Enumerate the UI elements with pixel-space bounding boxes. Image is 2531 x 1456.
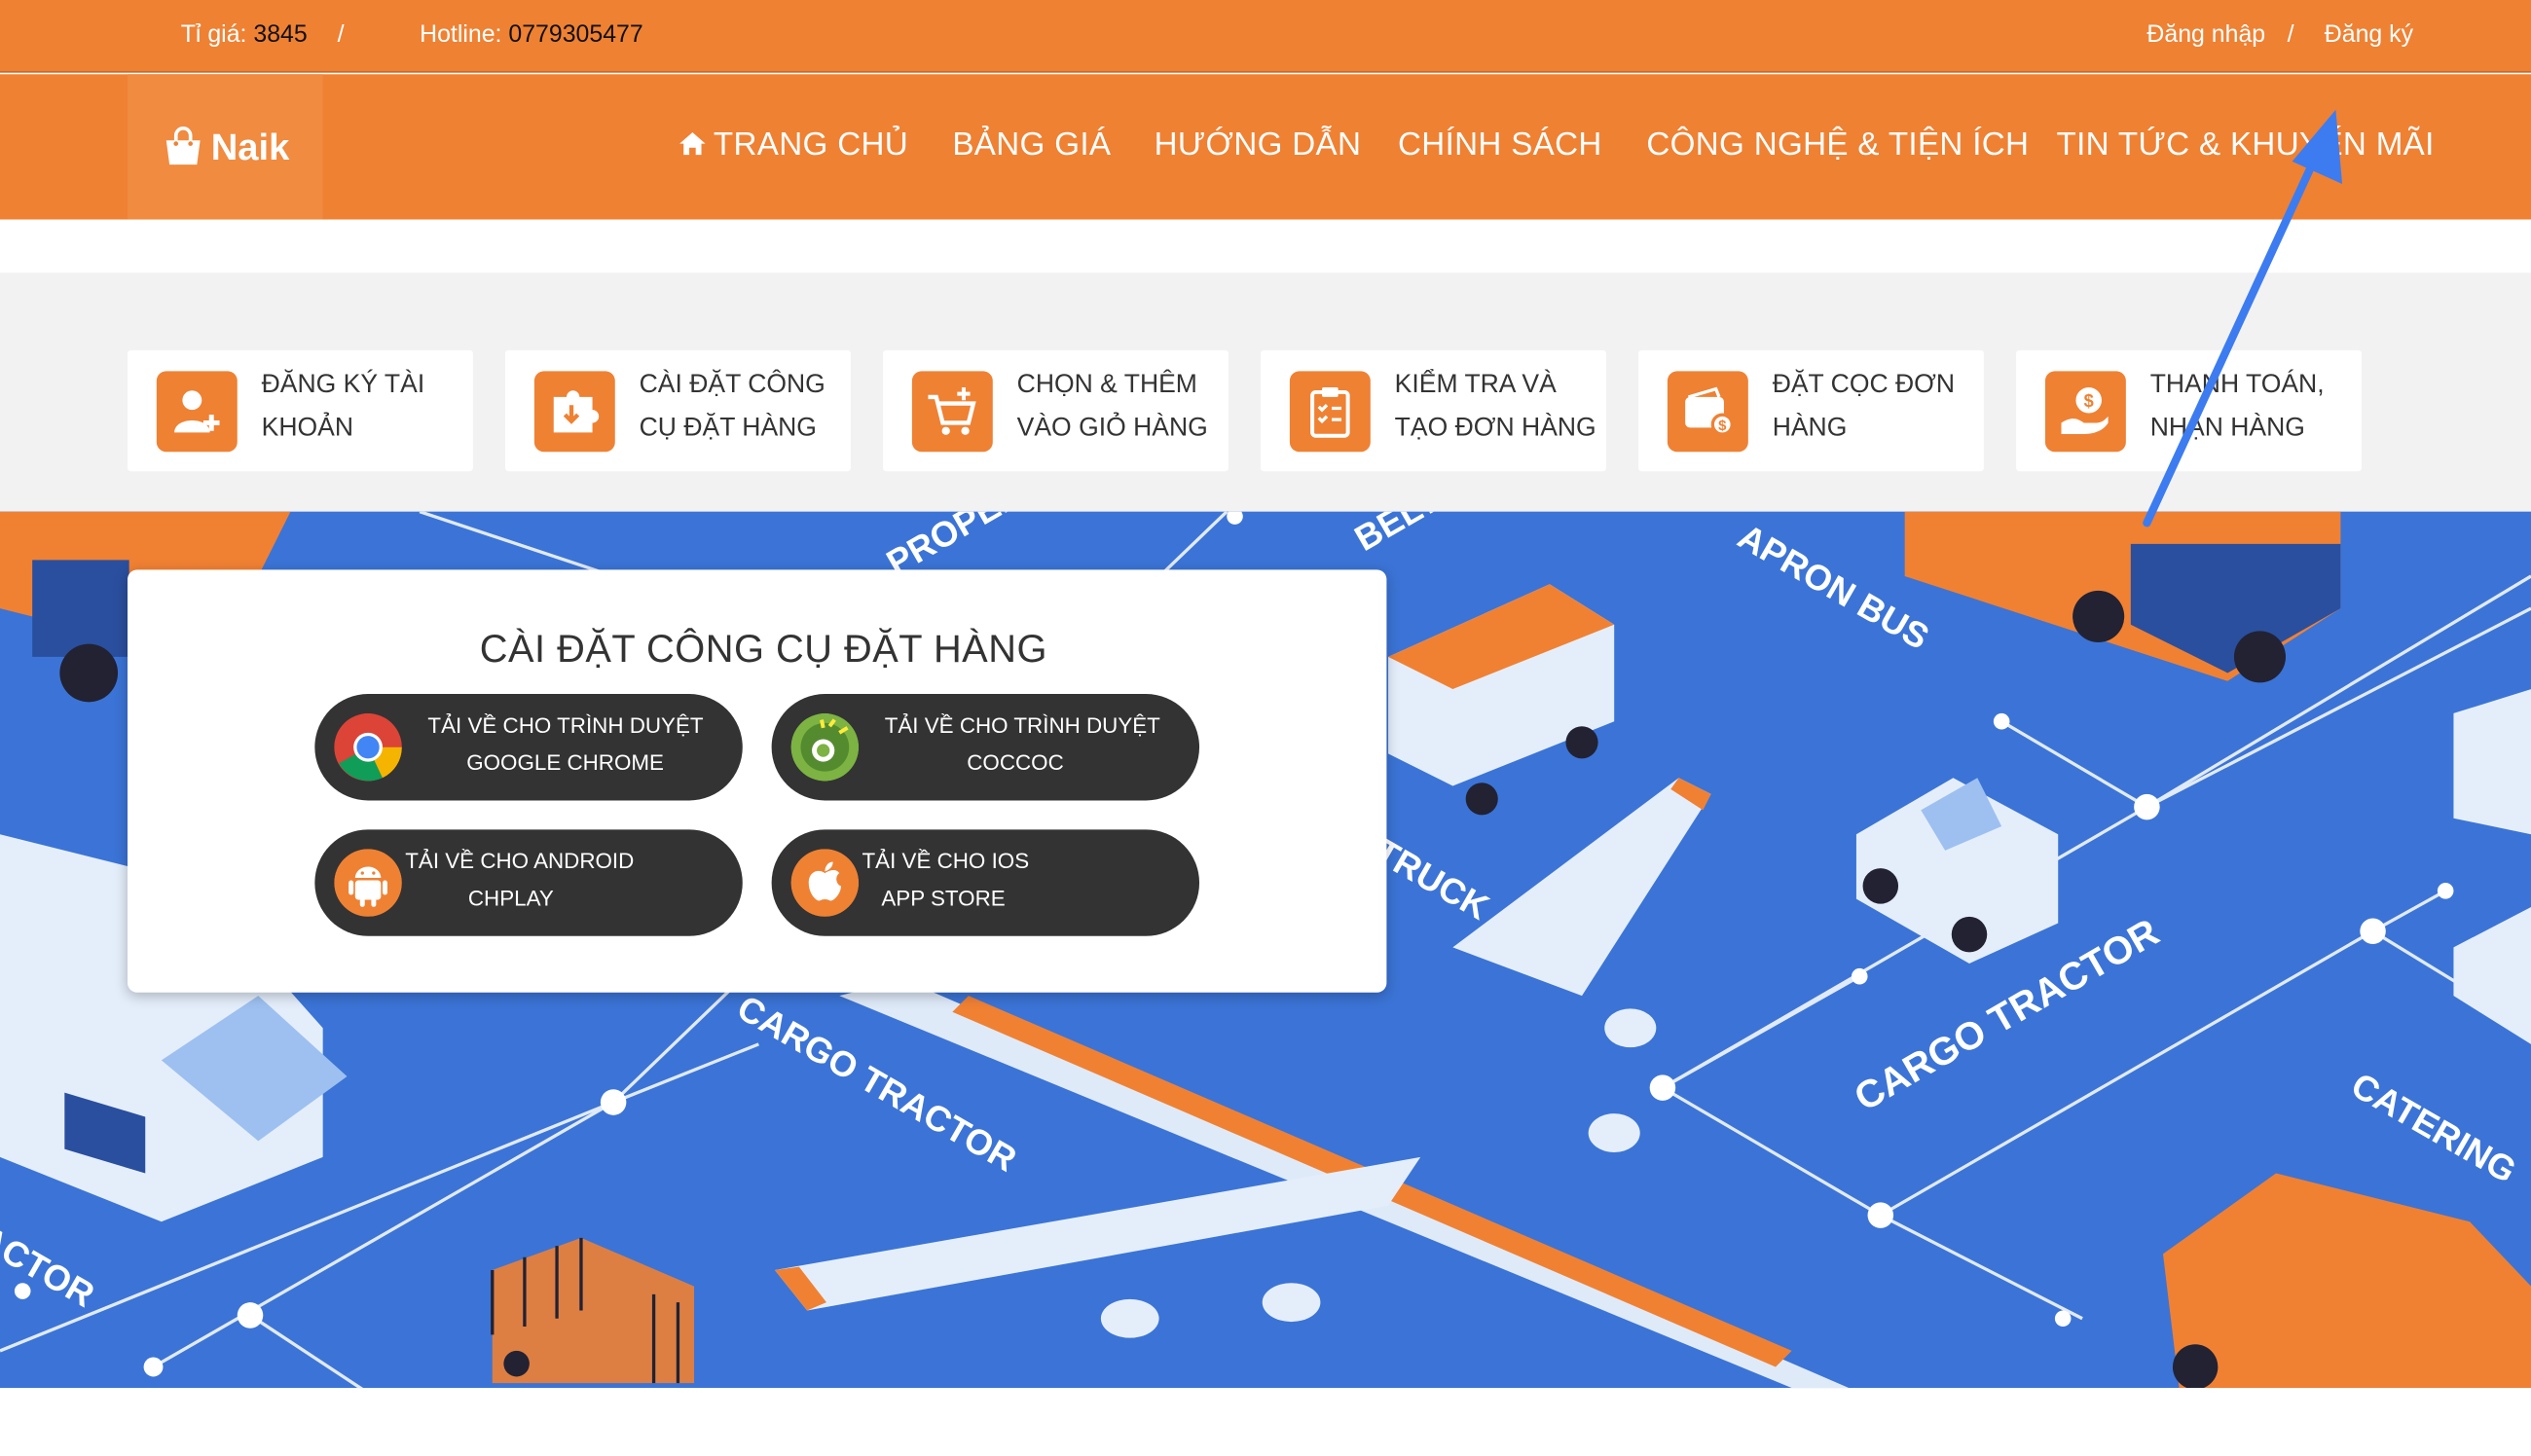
download-chrome-button[interactable]: TẢI VỀ CHO TRÌNH DUYỆT GOOGLE CHROME xyxy=(314,694,743,801)
checklist-icon xyxy=(1289,371,1371,453)
hotline-number[interactable]: 0779305477 xyxy=(508,21,642,49)
hero-label: CATERING xyxy=(2345,1065,2523,1190)
step-label: CHỌN & THÊM VÀO GIỎ HÀNG xyxy=(1016,371,1208,443)
button-line1: TẢI VỀ CHO TRÌNH DUYỆT xyxy=(884,712,1160,738)
separator: / xyxy=(2287,20,2294,49)
hand-money-icon: $ xyxy=(2044,371,2126,453)
install-tool-card: CÀI ĐẶT CÔNG CỤ ĐẶT HÀNG TẢI VỀ CHO TRÌN… xyxy=(127,569,1387,993)
nav-item-policy[interactable]: CHÍNH SÁCH xyxy=(1398,127,1602,164)
wallet-icon: $ xyxy=(1667,371,1748,453)
button-line1: TẢI VỀ CHO IOS xyxy=(862,849,1030,874)
button-line2: CHPLAY xyxy=(467,886,554,911)
button-line2: GOOGLE CHROME xyxy=(466,750,664,775)
card-title: CÀI ĐẶT CÔNG CỤ ĐẶT HÀNG xyxy=(479,628,1047,672)
android-icon xyxy=(334,849,402,917)
register-link[interactable]: Đăng ký xyxy=(2325,21,2413,49)
nav-item-pricing[interactable]: BẢNG GIÁ xyxy=(952,127,1111,164)
hotline: Hotline: 0779305477 xyxy=(420,20,643,49)
nav-item-news[interactable]: TIN TỨC & KHUYẾN MÃI xyxy=(2057,127,2435,164)
coccoc-icon xyxy=(790,712,860,782)
separator: / xyxy=(337,20,345,49)
step-payment[interactable]: $ THANH TOÁN, NHẬN HÀNG xyxy=(2016,349,2362,472)
step-label: THANH TOÁN, NHẬN HÀNG xyxy=(2149,371,2325,443)
step-label: ĐĂNG KÝ TÀI KHOẢN xyxy=(261,371,425,443)
download-coccoc-button[interactable]: TẢI VỀ CHO TRÌNH DUYỆT COCCOC xyxy=(771,694,1200,801)
shopping-bag-icon xyxy=(165,127,201,165)
hero-label: TRUCK xyxy=(1368,831,1495,928)
login-link[interactable]: Đăng nhập xyxy=(2146,21,2265,49)
top-bar: Tỉ giá: 3845 / Hotline: 0779305477 Đăng … xyxy=(0,0,2531,73)
nav-item-guide[interactable]: HƯỚNG DẪN xyxy=(1155,127,1362,164)
hero-label: BELT LOADER xyxy=(1348,512,1585,559)
step-create-order[interactable]: KIỂM TRA VÀ TẠO ĐƠN HÀNG xyxy=(1261,349,1606,472)
cart-add-icon xyxy=(911,371,993,453)
logo-text: Naik xyxy=(210,125,290,167)
exchange-rate-value: 3845 xyxy=(253,20,308,49)
main-nav: Naik TRANG CHỦ BẢNG GIÁ HƯỚNG DẪN CHÍNH … xyxy=(0,74,2531,220)
nav-item-home[interactable]: TRANG CHỦ xyxy=(678,127,908,164)
nav-item-technology[interactable]: CÔNG NGHỆ & TIỆN ÍCH xyxy=(1646,127,2029,164)
step-register[interactable]: ĐĂNG KÝ TÀI KHOẢN xyxy=(127,349,473,472)
button-line1: TẢI VỀ CHO TRÌNH DUYỆT xyxy=(427,712,704,738)
apple-icon xyxy=(790,849,860,917)
download-android-button[interactable]: TẢI VỀ CHO ANDROID CHPLAY xyxy=(314,829,743,936)
home-icon xyxy=(679,131,706,156)
step-deposit[interactable]: $ ĐẶT CỌC ĐƠN HÀNG xyxy=(1638,349,1984,472)
step-label: KIỂM TRA VÀ TẠO ĐƠN HÀNG xyxy=(1394,371,1596,443)
exchange-rate: Tỉ giá: 3845 xyxy=(180,20,308,49)
page: Tỉ giá: 3845 / Hotline: 0779305477 Đăng … xyxy=(0,0,2531,1450)
step-label: CÀI ĐẶT CÔNG CỤ ĐẶT HÀNG xyxy=(639,371,825,443)
logo[interactable]: Naik xyxy=(127,74,323,220)
button-line1: TẢI VỀ CHO ANDROID xyxy=(405,849,635,874)
button-line2: COCCOC xyxy=(967,750,1064,775)
svg-text:$: $ xyxy=(2084,390,2094,411)
step-add-to-cart[interactable]: CHỌN & THÊM VÀO GIỎ HÀNG xyxy=(883,349,1229,472)
button-line2: APP STORE xyxy=(881,886,1006,911)
step-install-tool[interactable]: CÀI ĐẶT CÔNG CỤ ĐẶT HÀNG xyxy=(505,349,851,472)
step-label: ĐẶT CỌC ĐƠN HÀNG xyxy=(1772,371,1956,443)
download-ios-button[interactable]: TẢI VỀ CHO IOS APP STORE xyxy=(771,829,1200,936)
install-puzzle-icon xyxy=(533,371,615,453)
hero-label: TRACTOR xyxy=(0,1194,101,1315)
add-user-icon xyxy=(156,371,238,453)
chrome-icon xyxy=(334,712,402,782)
svg-text:$: $ xyxy=(1718,418,1727,434)
